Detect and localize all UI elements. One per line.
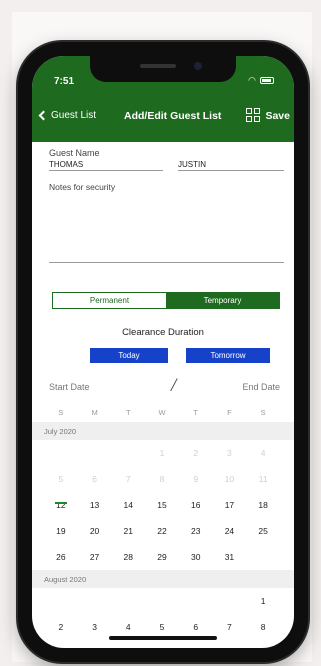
calendar-day[interactable]: 21 — [111, 526, 145, 536]
segment-temporary[interactable]: Temporary — [166, 293, 279, 308]
home-indicator — [109, 636, 217, 640]
phone-frame: 7:51 ◠ Guest List Add/Edit Guest List Sa… — [18, 42, 308, 662]
calendar-day[interactable]: 27 — [78, 552, 112, 562]
notes-underline — [49, 262, 284, 263]
wifi-icon: ◠ — [248, 75, 256, 85]
speaker — [140, 64, 176, 68]
status-icons: ◠ — [248, 75, 274, 86]
calendar-day[interactable]: 30 — [179, 552, 213, 562]
calendar-day[interactable]: 12 — [44, 500, 78, 510]
calendar[interactable]: July 2020 1 2 3 4 5 6 7 8 9 10 11 12 13 14 15 16 17 18 19 20… — [32, 422, 294, 648]
month-grid: 1 2 3 4 5 6 7 8 9 10 11 12 13 14 15 16 17 18 19 20 21 22 23 24 2… — [44, 440, 280, 570]
weekday-label: S — [58, 408, 64, 417]
chevron-left-icon — [38, 110, 49, 121]
weekday-label: T — [193, 408, 198, 417]
notch — [90, 56, 236, 82]
save-button[interactable]: Save — [265, 110, 290, 122]
phone-screen: 7:51 ◠ Guest List Add/Edit Guest List Sa… — [32, 56, 294, 648]
start-date-field[interactable]: Start Date — [49, 382, 90, 392]
first-name-field[interactable]: THOMAS — [49, 160, 163, 171]
calendar-day[interactable]: 7 — [213, 622, 247, 632]
calendar-day[interactable]: 13 — [78, 500, 112, 510]
calendar-day[interactable]: 9 — [179, 474, 213, 484]
calendar-day[interactable]: 2 — [44, 622, 78, 632]
calendar-day[interactable]: 29 — [145, 552, 179, 562]
calendar-day[interactable]: 28 — [111, 552, 145, 562]
calendar-day[interactable]: 15 — [145, 500, 179, 510]
date-separator: / — [171, 375, 177, 396]
calendar-day[interactable]: 16 — [179, 500, 213, 510]
clearance-duration-title: Clearance Duration — [122, 327, 204, 338]
qr-code-icon[interactable] — [246, 108, 260, 122]
calendar-day[interactable]: 24 — [213, 526, 247, 536]
calendar-day[interactable]: 5 — [44, 474, 78, 484]
calendar-day[interactable]: 23 — [179, 526, 213, 536]
weekday-label: S — [260, 408, 266, 417]
calendar-day[interactable]: 6 — [179, 622, 213, 632]
calendar-day[interactable]: 25 — [246, 526, 280, 536]
guest-name-label: Guest Name — [49, 148, 100, 158]
page-title: Add/Edit Guest List — [124, 110, 222, 122]
back-button[interactable]: Guest List — [38, 110, 97, 121]
calendar-day[interactable]: 7 — [111, 474, 145, 484]
month-header: August 2020 — [32, 570, 294, 588]
weekday-label: T — [125, 408, 131, 417]
calendar-day[interactable]: 1 — [145, 448, 179, 458]
calendar-day[interactable]: 19 — [44, 526, 78, 536]
notes-field[interactable]: Notes for security — [49, 182, 115, 192]
weekday-label: W — [158, 408, 166, 417]
nav-bar: Guest List Add/Edit Guest List Save — [32, 106, 294, 128]
calendar-day[interactable]: 8 — [246, 622, 280, 632]
calendar-day[interactable]: 2 — [179, 448, 213, 458]
calendar-day[interactable]: 31 — [213, 552, 247, 562]
segment-permanent[interactable]: Permanent — [53, 293, 166, 308]
today-button[interactable]: Today — [90, 348, 168, 363]
calendar-day[interactable]: 8 — [145, 474, 179, 484]
tomorrow-button[interactable]: Tomorrow — [186, 348, 270, 363]
calendar-day[interactable]: 11 — [246, 474, 280, 484]
front-camera — [194, 62, 202, 70]
calendar-day[interactable]: 14 — [111, 500, 145, 510]
status-time: 7:51 — [54, 76, 75, 87]
month-header: July 2020 — [32, 422, 294, 440]
battery-icon — [260, 77, 274, 84]
calendar-day[interactable]: 3 — [78, 622, 112, 632]
calendar-day[interactable]: 3 — [213, 448, 247, 458]
calendar-day[interactable]: 4 — [246, 448, 280, 458]
calendar-day[interactable]: 26 — [44, 552, 78, 562]
weekday-label: F — [227, 408, 232, 417]
back-label: Guest List — [51, 110, 97, 121]
calendar-day[interactable]: 17 — [213, 500, 247, 510]
calendar-day[interactable]: 22 — [145, 526, 179, 536]
calendar-day[interactable]: 1 — [246, 596, 280, 606]
calendar-day[interactable]: 5 — [145, 622, 179, 632]
weekday-header: SMTWTFS — [44, 408, 280, 417]
clearance-type-segment: Permanent Temporary — [52, 292, 280, 309]
last-name-field[interactable]: JUSTIN — [178, 160, 284, 171]
calendar-day[interactable]: 18 — [246, 500, 280, 510]
calendar-day[interactable]: 4 — [111, 622, 145, 632]
calendar-day[interactable]: 6 — [78, 474, 112, 484]
calendar-day[interactable]: 20 — [78, 526, 112, 536]
calendar-day[interactable]: 10 — [213, 474, 247, 484]
weekday-label: M — [91, 408, 98, 417]
main-content: Guest Name THOMAS JUSTIN Notes for secur… — [32, 142, 294, 648]
end-date-field[interactable]: End Date — [242, 382, 280, 392]
